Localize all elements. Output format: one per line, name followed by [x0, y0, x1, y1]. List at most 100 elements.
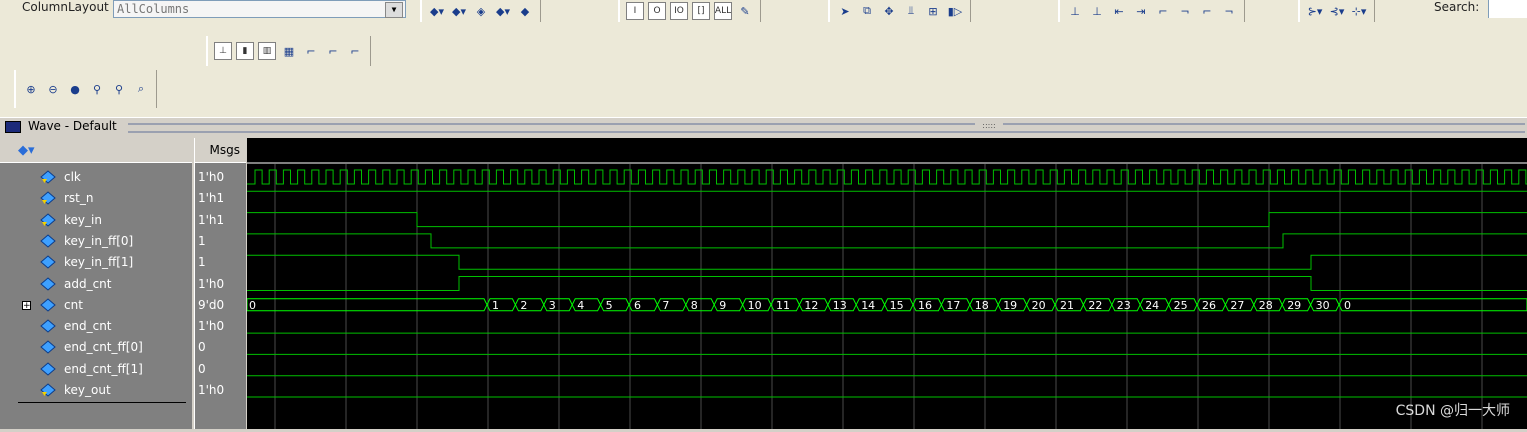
- zoom-out-icon[interactable]: ⊖: [44, 80, 62, 98]
- add-list-icon[interactable]: ◆▾: [450, 2, 468, 20]
- signal-row[interactable]: end_cnt_ff[1]: [0, 359, 192, 380]
- signal-row[interactable]: end_cnt: [0, 316, 192, 337]
- signal-row[interactable]: key_out: [0, 380, 192, 401]
- cnt-bus-label: 18: [975, 299, 989, 312]
- zoom-last-icon[interactable]: ⚲: [110, 80, 128, 98]
- wand-icon[interactable]: ✎: [736, 2, 754, 20]
- signal-name: clk: [64, 170, 81, 184]
- find-prev-icon[interactable]: ⌐: [1198, 2, 1216, 20]
- wave-style-bar-icon[interactable]: ▥: [258, 42, 276, 60]
- cnt-bus-label: 16: [918, 299, 932, 312]
- waveform-area[interactable]: 0 1 2 3 4 5 6 7 8 9 10 11 12 13 14 15 16 17 18 19 20 21 22 23 24…: [246, 138, 1527, 429]
- filter-inout-icon[interactable]: IO: [670, 2, 688, 20]
- signal-name: key_in_ff[1]: [64, 255, 134, 270]
- cnt-bus-label: 7: [662, 299, 669, 312]
- column-layout-value: AllColumns: [117, 2, 190, 16]
- signal-name: end_cnt: [64, 319, 112, 334]
- search-label: Search:: [1434, 0, 1480, 14]
- cnt-bus-label: 29: [1287, 299, 1301, 312]
- signal-name: end_cnt_ff[0]: [64, 340, 143, 355]
- wave-style-edge-icon[interactable]: ⌐: [324, 42, 342, 60]
- add-wave-icon[interactable]: ◆▾: [428, 2, 446, 20]
- signal-row[interactable]: key_in_ff[1]: [0, 252, 192, 273]
- signal-row[interactable]: rst_n: [0, 188, 192, 209]
- dropdown-arrow-icon[interactable]: ▼: [385, 2, 403, 18]
- signal-row[interactable]: clk: [0, 167, 192, 188]
- cnt-bus-label: 11: [776, 299, 790, 312]
- signal-row[interactable]: key_in: [0, 210, 192, 231]
- find-rise-icon[interactable]: ⌐: [1154, 2, 1172, 20]
- expand-icon[interactable]: +: [22, 300, 31, 310]
- msgs-header: Msgs: [195, 138, 246, 163]
- cursor-mode-icon[interactable]: ⊞: [924, 2, 942, 20]
- signal-diamond-icon: [40, 383, 56, 397]
- signal-row[interactable]: end_cnt_ff[0]: [0, 337, 192, 358]
- key_in_ff1-wave: [247, 254, 1527, 270]
- toolbar-area: ColumnLayout AllColumns ▼ ◆▾ ◆▾ ◈ ◆▾ ◆ I…: [0, 0, 1527, 117]
- wave-style-line-icon[interactable]: ⊥: [214, 42, 232, 60]
- find-next-icon[interactable]: ¬: [1220, 2, 1238, 20]
- wave-style-grid-icon[interactable]: ▦: [280, 42, 298, 60]
- zoom-cursor-icon[interactable]: ⚲: [88, 80, 106, 98]
- add-dataflow-icon[interactable]: ◆▾: [494, 2, 512, 20]
- next-edge-icon[interactable]: ⇥: [1132, 2, 1150, 20]
- signal-value: 1'h0: [198, 383, 225, 397]
- zoom-mode-icon[interactable]: ⧉: [858, 2, 876, 20]
- column-layout-select[interactable]: AllColumns ▼: [113, 0, 406, 18]
- cnt-bus-label: 4: [577, 299, 584, 312]
- filter-output-icon[interactable]: O: [648, 2, 666, 20]
- cnt-bus-label: 25: [1174, 299, 1188, 312]
- wave-group-icon[interactable]: ◆▾: [18, 143, 35, 158]
- waveform-canvas[interactable]: 0 1 2 3 4 5 6 7 8 9 10 11 12 13 14 15 16 17 18 19 20 21 22 23 24…: [246, 138, 1527, 429]
- signal-name: key_in_ff[0]: [64, 233, 134, 248]
- signal-row[interactable]: key_in_ff[0]: [0, 231, 192, 252]
- traffic-light-icon[interactable]: ▮▷: [946, 2, 964, 20]
- search-input[interactable]: [1488, 0, 1527, 18]
- titlebar-grip-icon[interactable]: :::::: [975, 121, 1003, 131]
- signal-value: 1: [198, 255, 206, 270]
- zoom-full-icon[interactable]: ●: [66, 80, 84, 98]
- find-fall-icon[interactable]: ¬: [1176, 2, 1194, 20]
- zoom-in-icon[interactable]: ⊕: [22, 80, 40, 98]
- signal-value: 1'h0: [198, 319, 225, 334]
- key_in-wave: [247, 212, 1527, 228]
- add-memory-icon[interactable]: ◆: [516, 2, 534, 20]
- cnt-bus-label: 20: [1032, 299, 1046, 312]
- signal-name: add_cnt: [64, 276, 112, 291]
- filter-all-icon[interactable]: ALL: [714, 2, 732, 20]
- wave-style-step-icon[interactable]: ⌐: [302, 42, 320, 60]
- wave-window-titlebar[interactable]: Wave - Default :::::: [0, 117, 1527, 135]
- cnt-bus-label: 0: [249, 299, 256, 312]
- signal-row[interactable]: add_cnt: [0, 274, 192, 295]
- select-mode-icon[interactable]: ➤: [836, 2, 854, 20]
- toolbar-group-cursor: ⊥ ⊥ ⇤ ⇥ ⌐ ¬ ⌐ ¬: [1058, 0, 1245, 22]
- filter-input-icon[interactable]: I: [626, 2, 644, 20]
- insert-cursor-icon[interactable]: ⊥: [1066, 2, 1084, 20]
- step-into-icon[interactable]: ⊹▾: [1350, 2, 1368, 20]
- wave-style-fill-icon[interactable]: ▮: [236, 42, 254, 60]
- cnt-bus-label: 22: [1088, 299, 1102, 312]
- pan-mode-icon[interactable]: ✥: [880, 2, 898, 20]
- add-log-icon[interactable]: ◈: [472, 2, 490, 20]
- cnt-bus-label: 0: [1344, 299, 1351, 312]
- zoom-region-icon[interactable]: ⌕: [132, 80, 150, 98]
- wave-style-pulse-icon[interactable]: ⌐: [346, 42, 364, 60]
- cnt-bus-label: 9: [719, 299, 726, 312]
- cnt-bus-label: 3: [549, 299, 556, 312]
- cnt-bus-label: 19: [1003, 299, 1017, 312]
- filter-internal-icon[interactable]: []: [692, 2, 710, 20]
- titlebar-stripes: [128, 123, 1525, 133]
- prev-edge-icon[interactable]: ⇤: [1110, 2, 1128, 20]
- signal-diamond-icon: [40, 276, 56, 291]
- signal-row[interactable]: + cnt: [0, 295, 192, 316]
- step-back-icon[interactable]: ⊱▾: [1306, 2, 1324, 20]
- signal-value: 1'h1: [198, 212, 225, 227]
- signal-value: 0: [198, 340, 206, 355]
- toolbar-group-add: ◆▾ ◆▾ ◈ ◆▾ ◆: [420, 0, 541, 22]
- cnt-bus-label: 27: [1230, 299, 1244, 312]
- step-over-icon[interactable]: ⊰▾: [1328, 2, 1346, 20]
- cnt-bus-label: 23: [1117, 299, 1131, 312]
- delete-cursor-icon[interactable]: ⊥: [1088, 2, 1106, 20]
- signal-diamond-icon: [40, 319, 56, 333]
- edit-mode-icon[interactable]: ⫫: [902, 2, 920, 20]
